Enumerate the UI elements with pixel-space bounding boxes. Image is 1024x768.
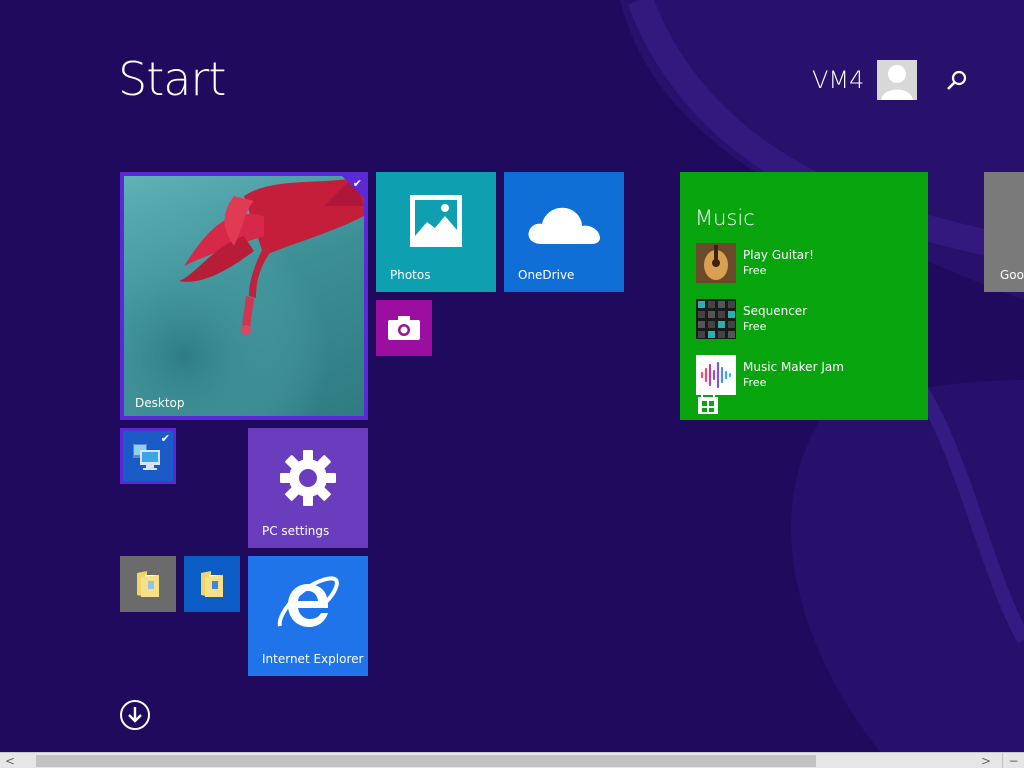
- tile-onedrive[interactable]: OneDrive: [504, 172, 624, 292]
- tile-desktop[interactable]: ✔ Desktop: [120, 172, 368, 420]
- waveform-icon: [696, 355, 736, 395]
- checkmark-icon: ✔: [160, 432, 170, 445]
- tile-label-internet-explorer: Internet Explorer: [262, 652, 364, 666]
- camera-icon: [388, 316, 420, 340]
- search-icon: [947, 70, 967, 90]
- music-item-name: Play Guitar!: [743, 248, 814, 262]
- all-apps-button[interactable]: [120, 700, 150, 730]
- tile-label-google: Goog: [1000, 268, 1024, 282]
- tile-label-pc-settings: PC settings: [262, 524, 330, 538]
- horizontal-scrollbar[interactable]: < > −: [0, 752, 1024, 768]
- tile-label-onedrive: OneDrive: [518, 268, 575, 282]
- search-button[interactable]: [944, 68, 970, 94]
- ie-icon: [277, 576, 339, 627]
- guitar-icon: [696, 243, 736, 283]
- music-title: Music: [695, 206, 755, 230]
- checkmark-icon: ✔: [352, 177, 362, 190]
- tile-folder-1[interactable]: [120, 556, 176, 612]
- music-item-name: Sequencer: [743, 304, 808, 318]
- scroll-thumb[interactable]: [36, 755, 816, 767]
- scroll-right-button[interactable]: >: [978, 753, 994, 768]
- music-item-play-guitar[interactable]: Play Guitar! Free: [696, 243, 916, 283]
- tile-computer[interactable]: ✔: [120, 428, 176, 484]
- music-item-music-maker-jam[interactable]: Music Maker Jam Free: [696, 355, 916, 395]
- tile-folder-2[interactable]: [184, 556, 240, 612]
- tile-label-desktop: Desktop: [135, 396, 185, 410]
- avatar[interactable]: [877, 60, 917, 100]
- music-item-price: Free: [743, 376, 767, 389]
- gear-icon: [280, 450, 336, 506]
- tile-camera[interactable]: [376, 300, 432, 356]
- tile-music[interactable]: Music Play Guitar! Free Sequencer Free M…: [680, 172, 928, 420]
- scroll-left-button[interactable]: <: [2, 753, 18, 768]
- flower-wallpaper: [124, 176, 364, 416]
- music-item-price: Free: [743, 264, 767, 277]
- tile-label-photos: Photos: [390, 268, 431, 282]
- tile-photos[interactable]: Photos: [376, 172, 496, 292]
- folder-icon: [137, 571, 159, 597]
- tile-pc-settings[interactable]: PC settings: [248, 428, 368, 548]
- photos-icon: [410, 195, 462, 247]
- tile-google[interactable]: Goog: [984, 172, 1024, 292]
- user-icon: [881, 65, 913, 100]
- music-item-sequencer[interactable]: Sequencer Free: [696, 299, 916, 339]
- computer-icon: [133, 444, 160, 470]
- windows-store-icon: [698, 394, 718, 414]
- tile-internet-explorer[interactable]: Internet Explorer: [248, 556, 368, 676]
- music-item-price: Free: [743, 320, 767, 333]
- cloud-icon: [528, 207, 600, 244]
- page-title: Start: [118, 52, 226, 106]
- user-name[interactable]: VM4: [812, 66, 864, 94]
- music-item-name: Music Maker Jam: [743, 360, 844, 374]
- sequencer-icon: [696, 299, 736, 339]
- arrow-down-icon: [128, 707, 142, 723]
- zoom-out-button[interactable]: −: [1002, 753, 1024, 768]
- folder-icon: [201, 571, 223, 597]
